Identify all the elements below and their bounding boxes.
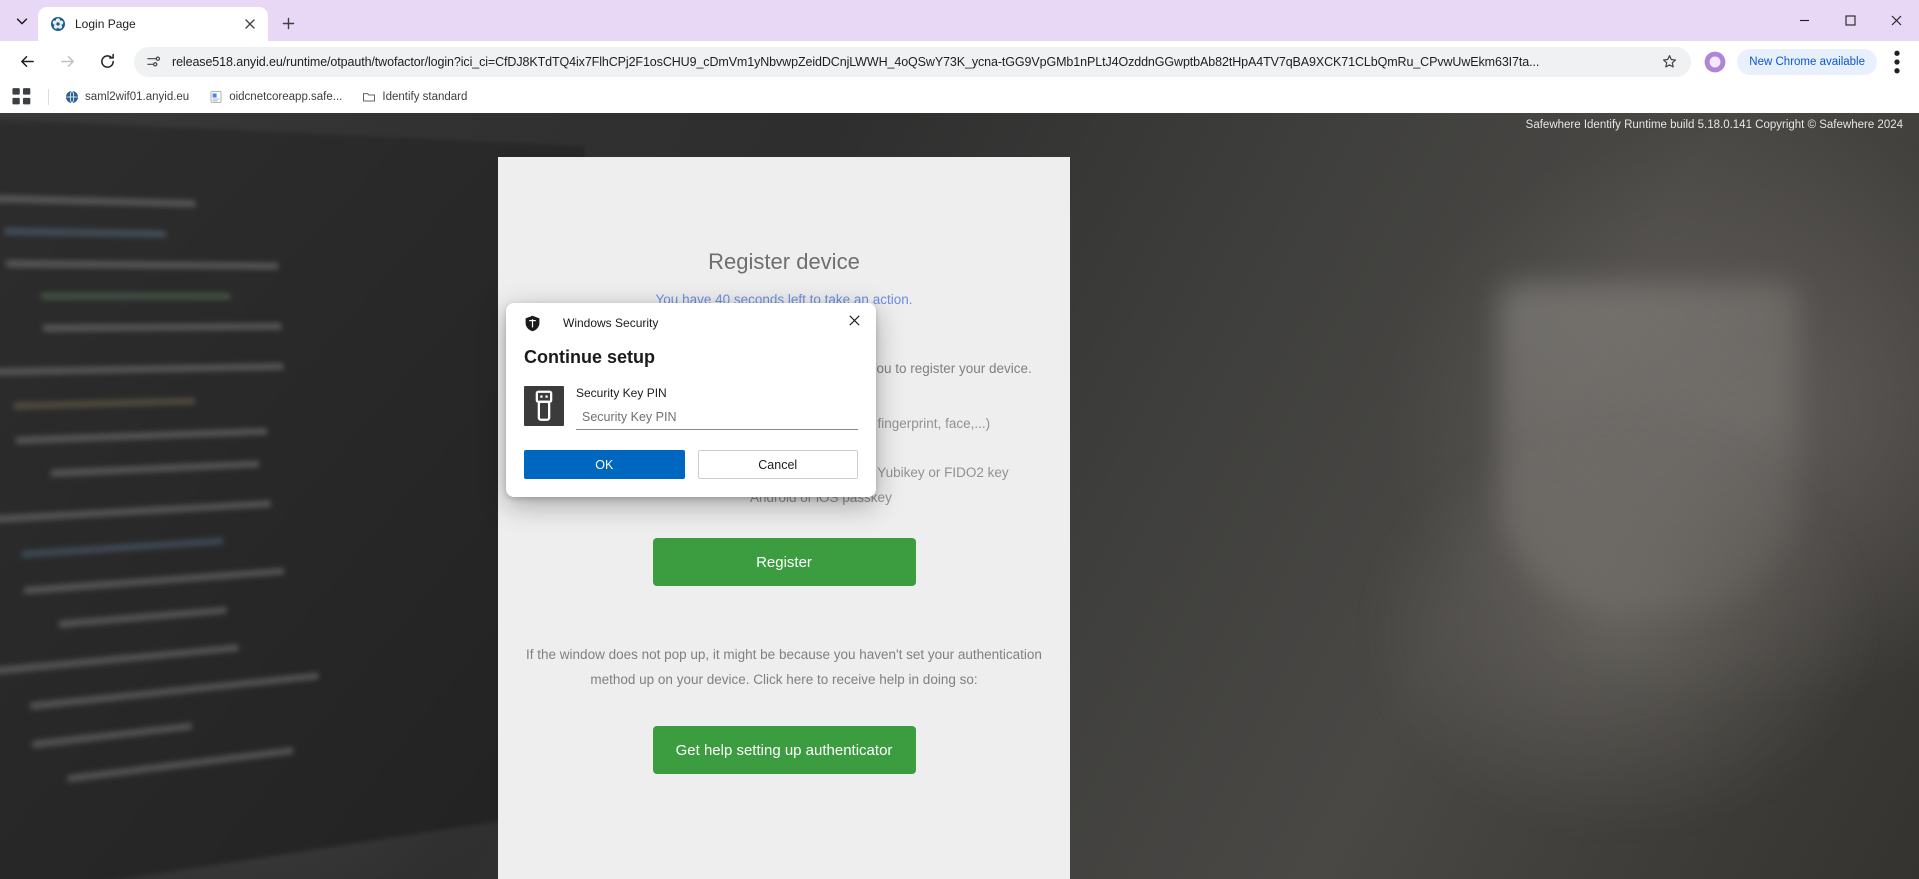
chevron-down-icon (16, 18, 28, 25)
ok-button[interactable]: OK (524, 450, 685, 479)
dialog-titlebar: Windows Security (506, 303, 876, 343)
security-key-pin-input[interactable] (576, 405, 858, 430)
back-button[interactable] (12, 47, 42, 77)
forward-button[interactable] (52, 47, 82, 77)
register-button[interactable]: Register (652, 538, 916, 586)
plus-icon (282, 17, 294, 29)
dialog-close-button[interactable] (836, 305, 872, 335)
chrome-browser-window: Login Page release518.anyid.eu/runtime/o… (0, 0, 1919, 879)
globe-icon (65, 90, 79, 104)
arrow-forward-icon (60, 56, 74, 67)
copyright-text: Safewhere Identify Runtime build 5.18.0.… (1525, 119, 1903, 131)
address-bar[interactable]: release518.anyid.eu/runtime/otpauth/twof… (134, 46, 1692, 77)
security-key-pin-field-group: Security Key PIN (576, 386, 858, 430)
window-close-button[interactable] (1873, 0, 1919, 41)
bookmark-label: oidcnetcoreapp.safe... (229, 91, 343, 103)
chrome-update-button[interactable]: New Chrome available (1737, 48, 1877, 75)
bookmark-item[interactable]: oidcnetcoreapp.safe... (201, 87, 350, 107)
page-title: Register device (708, 249, 860, 274)
page-icon (209, 90, 223, 104)
tune-settings-icon[interactable] (142, 51, 164, 73)
help-text: If the window does not pop up, it might … (526, 647, 1042, 687)
bookmark-star-button[interactable] (1657, 50, 1681, 74)
security-key-pin-label: Security Key PIN (576, 386, 667, 400)
bookmark-apps-button[interactable] (10, 85, 36, 109)
dialog-field-row: Security Key PIN (506, 368, 876, 430)
background-light (1359, 419, 1879, 839)
windows-security-dialog: Windows Security Continue setup Security… (506, 303, 876, 497)
windows-defender-shield-icon (524, 315, 541, 332)
bookmarks-bar: saml2wif01.anyid.eu oidcnetcoreapp.safe.… (0, 82, 1919, 113)
close-icon (245, 19, 255, 29)
url-text: release518.anyid.eu/runtime/otpauth/twof… (172, 54, 1540, 69)
three-dot-menu-icon (1894, 50, 1900, 73)
extension-button[interactable] (1702, 49, 1728, 75)
chrome-menu-button[interactable] (1883, 48, 1911, 76)
extension-puzzle-icon (1704, 51, 1726, 72)
tab-title: Login Page (75, 17, 136, 31)
minimize-icon (1799, 19, 1809, 22)
dialog-heading: Continue setup (524, 347, 655, 367)
tab-search-button[interactable] (8, 7, 36, 35)
minimize-button[interactable] (1781, 0, 1827, 41)
new-tab-button[interactable] (274, 9, 302, 37)
browser-tab[interactable]: Login Page (38, 7, 268, 41)
get-help-setting-up-authenticator-button[interactable]: Get help setting up authenticator (652, 726, 916, 774)
tab-strip: Login Page (0, 0, 1919, 41)
bookmark-label: saml2wif01.anyid.eu (85, 91, 190, 103)
cancel-button[interactable]: Cancel (697, 450, 858, 479)
page-viewport: Safewhere Identify Runtime build 5.18.0.… (0, 113, 1919, 879)
close-icon (848, 314, 860, 326)
bookmark-label: Identify standard (382, 91, 468, 103)
bookmark-item[interactable]: saml2wif01.anyid.eu (57, 87, 197, 107)
register-device-card: Register device You have 40 seconds left… (498, 157, 1070, 879)
folder-icon (362, 90, 376, 104)
safewhere-flower-icon (50, 16, 66, 32)
bookmark-item[interactable]: Identify standard (354, 87, 475, 107)
star-icon (1662, 55, 1676, 68)
maximize-icon (1844, 15, 1856, 26)
reload-icon (100, 53, 114, 68)
usb-security-key-icon (524, 386, 564, 426)
bookmarks-divider (48, 89, 49, 105)
window-controls (1781, 0, 1919, 41)
tab-close-button[interactable] (240, 14, 260, 34)
browser-toolbar: release518.anyid.eu/runtime/otpauth/twof… (0, 41, 1919, 82)
maximize-button[interactable] (1827, 0, 1873, 41)
dialog-app-title: Windows Security (563, 316, 659, 330)
reload-button[interactable] (92, 47, 122, 77)
arrow-back-icon (20, 56, 34, 67)
apps-grid-icon (12, 88, 31, 105)
dialog-actions: OK Cancel (506, 430, 876, 479)
window-close-icon (1891, 15, 1901, 26)
